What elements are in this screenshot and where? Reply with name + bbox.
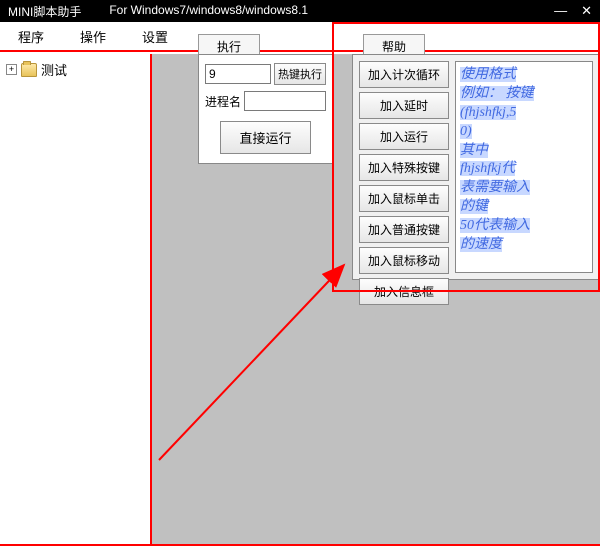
menu-settings[interactable]: 设置 (142, 27, 168, 46)
add-mouse-move-button[interactable]: 加入鼠标移动 (359, 247, 449, 274)
menu-program[interactable]: 程序 (18, 27, 44, 46)
folder-icon (21, 63, 37, 77)
hotkey-input[interactable] (205, 64, 271, 84)
annotation-bottom-line (0, 544, 600, 546)
add-count-loop-button[interactable]: 加入计次循环 (359, 61, 449, 88)
direct-run-button[interactable]: 直接运行 (220, 121, 310, 154)
titlebar: MINI脚本助手 For Windows7/windows8/windows8.… (0, 0, 600, 22)
help-panel: 加入计次循环 加入延时 加入运行 加入特殊按键 加入鼠标单击 加入普通按键 加入… (352, 54, 600, 280)
add-run-button[interactable]: 加入运行 (359, 123, 449, 150)
add-delay-button[interactable]: 加入延时 (359, 92, 449, 119)
minimize-icon[interactable]: — (554, 3, 567, 19)
add-mouse-click-button[interactable]: 加入鼠标单击 (359, 185, 449, 212)
hotkey-run-button[interactable]: 热键执行 (274, 63, 326, 85)
tree-root-row[interactable]: + 测试 (0, 54, 150, 85)
menu-operate[interactable]: 操作 (80, 27, 106, 46)
exec-panel: 热键执行 进程名 直接运行 (198, 54, 333, 164)
process-input[interactable] (244, 91, 326, 111)
app-title: MINI脚本助手 (8, 3, 81, 20)
sidebar: + 测试 (0, 54, 152, 544)
help-button-list: 加入计次循环 加入延时 加入运行 加入特殊按键 加入鼠标单击 加入普通按键 加入… (359, 61, 449, 273)
menubar: 程序 操作 设置 (0, 22, 600, 52)
app-subtitle: For Windows7/windows8/windows8.1 (109, 3, 308, 20)
add-special-key-button[interactable]: 加入特殊按键 (359, 154, 449, 181)
expand-icon[interactable]: + (6, 64, 17, 75)
tree-root-label: 测试 (41, 60, 67, 79)
add-normal-key-button[interactable]: 加入普通按键 (359, 216, 449, 243)
close-icon[interactable]: ✕ (581, 3, 592, 19)
help-text: 使用格式 例如： 按键 (fhjshfkj,5 0) 其中 fhjshfkj代 … (455, 61, 593, 273)
add-msgbox-button[interactable]: 加入信息框 (359, 278, 449, 305)
process-label: 进程名 (205, 93, 241, 110)
